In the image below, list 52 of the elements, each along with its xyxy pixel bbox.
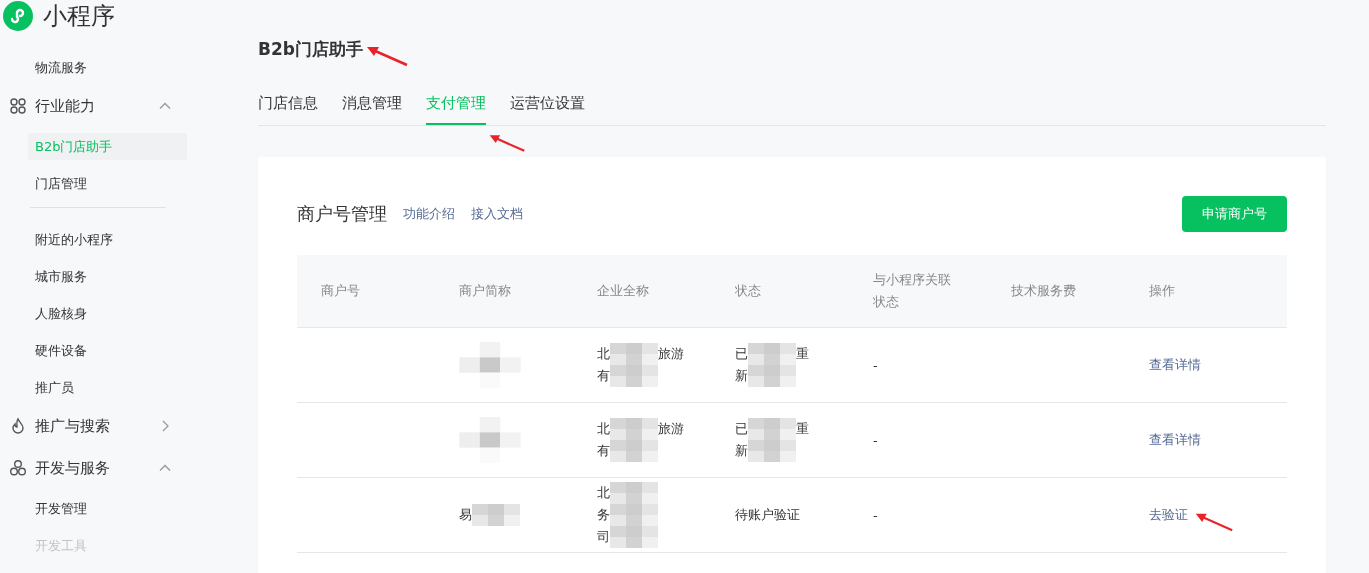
nav-item[interactable]: 人脸核身: [28, 300, 187, 327]
table-cell-text: 重: [796, 420, 809, 438]
column-header: 技术服务费: [1011, 282, 1077, 300]
table-cell-text: 已: [735, 345, 748, 363]
column-header: 商户简称: [459, 282, 512, 300]
nav-item[interactable]: 门店管理: [28, 170, 187, 197]
tab[interactable]: 门店信息: [258, 92, 318, 125]
table-cell-text: 有: [597, 367, 610, 385]
column-header: 与小程序关联 状态: [873, 271, 952, 311]
table-cell: -: [873, 507, 878, 523]
table-cell-text: 重: [796, 345, 809, 363]
column-header: 企业全称: [597, 282, 650, 300]
table-cell-text: 易: [459, 506, 472, 524]
nav-item[interactable]: 开发管理: [28, 495, 187, 522]
column-header: 操作: [1149, 282, 1176, 300]
table-cell-text: 已: [735, 420, 748, 438]
nav-item[interactable]: 硬件设备: [28, 337, 187, 364]
nav-item[interactable]: 物流服务: [28, 54, 187, 81]
row-action-link[interactable]: 查看详情: [1149, 356, 1201, 374]
nav-item[interactable]: 城市服务: [28, 263, 187, 290]
nav-item[interactable]: 附近的小程序: [28, 226, 187, 253]
table-cell-text: 旅游: [658, 420, 684, 438]
column-header: 商户号: [321, 282, 361, 300]
table-cell-text: 北: [597, 345, 610, 363]
page-title: B2b门店助手: [258, 37, 363, 61]
column-header: 状态: [735, 282, 762, 300]
section-title: 商户号管理: [297, 202, 387, 226]
table-cell-text: 务: [597, 506, 610, 524]
header-link[interactable]: 功能介绍: [403, 205, 455, 223]
row-action-link[interactable]: 查看详情: [1149, 431, 1201, 449]
nav-item[interactable]: 推广员: [28, 374, 187, 401]
tab[interactable]: 运营位设置: [510, 92, 585, 125]
table-cell-text: 新: [735, 367, 748, 385]
table-cell-text: 司: [597, 528, 610, 546]
header-link[interactable]: 接入文档: [471, 205, 523, 223]
table-cell: -: [873, 357, 878, 373]
table-cell-text: 旅游: [658, 345, 684, 363]
tab[interactable]: 消息管理: [342, 92, 402, 125]
table-cell-text: 有: [597, 442, 610, 460]
table-cell-text: 待账户验证: [735, 506, 800, 524]
table-cell-text: 新: [735, 442, 748, 460]
table-cell-text: 北: [597, 484, 610, 502]
nav-group[interactable]: 行业能力: [0, 91, 172, 121]
nav-group[interactable]: 推广与搜索: [0, 411, 172, 441]
circles-icon: [9, 459, 27, 477]
row-action-link[interactable]: 去验证: [1149, 506, 1188, 524]
table-cell: -: [873, 432, 878, 448]
app-name: 小程序: [43, 1, 115, 32]
nodes-icon: [9, 97, 27, 115]
flame-icon: [9, 417, 27, 435]
table-cell-text: 北: [597, 420, 610, 438]
nav-group[interactable]: 开发与服务: [0, 453, 172, 483]
